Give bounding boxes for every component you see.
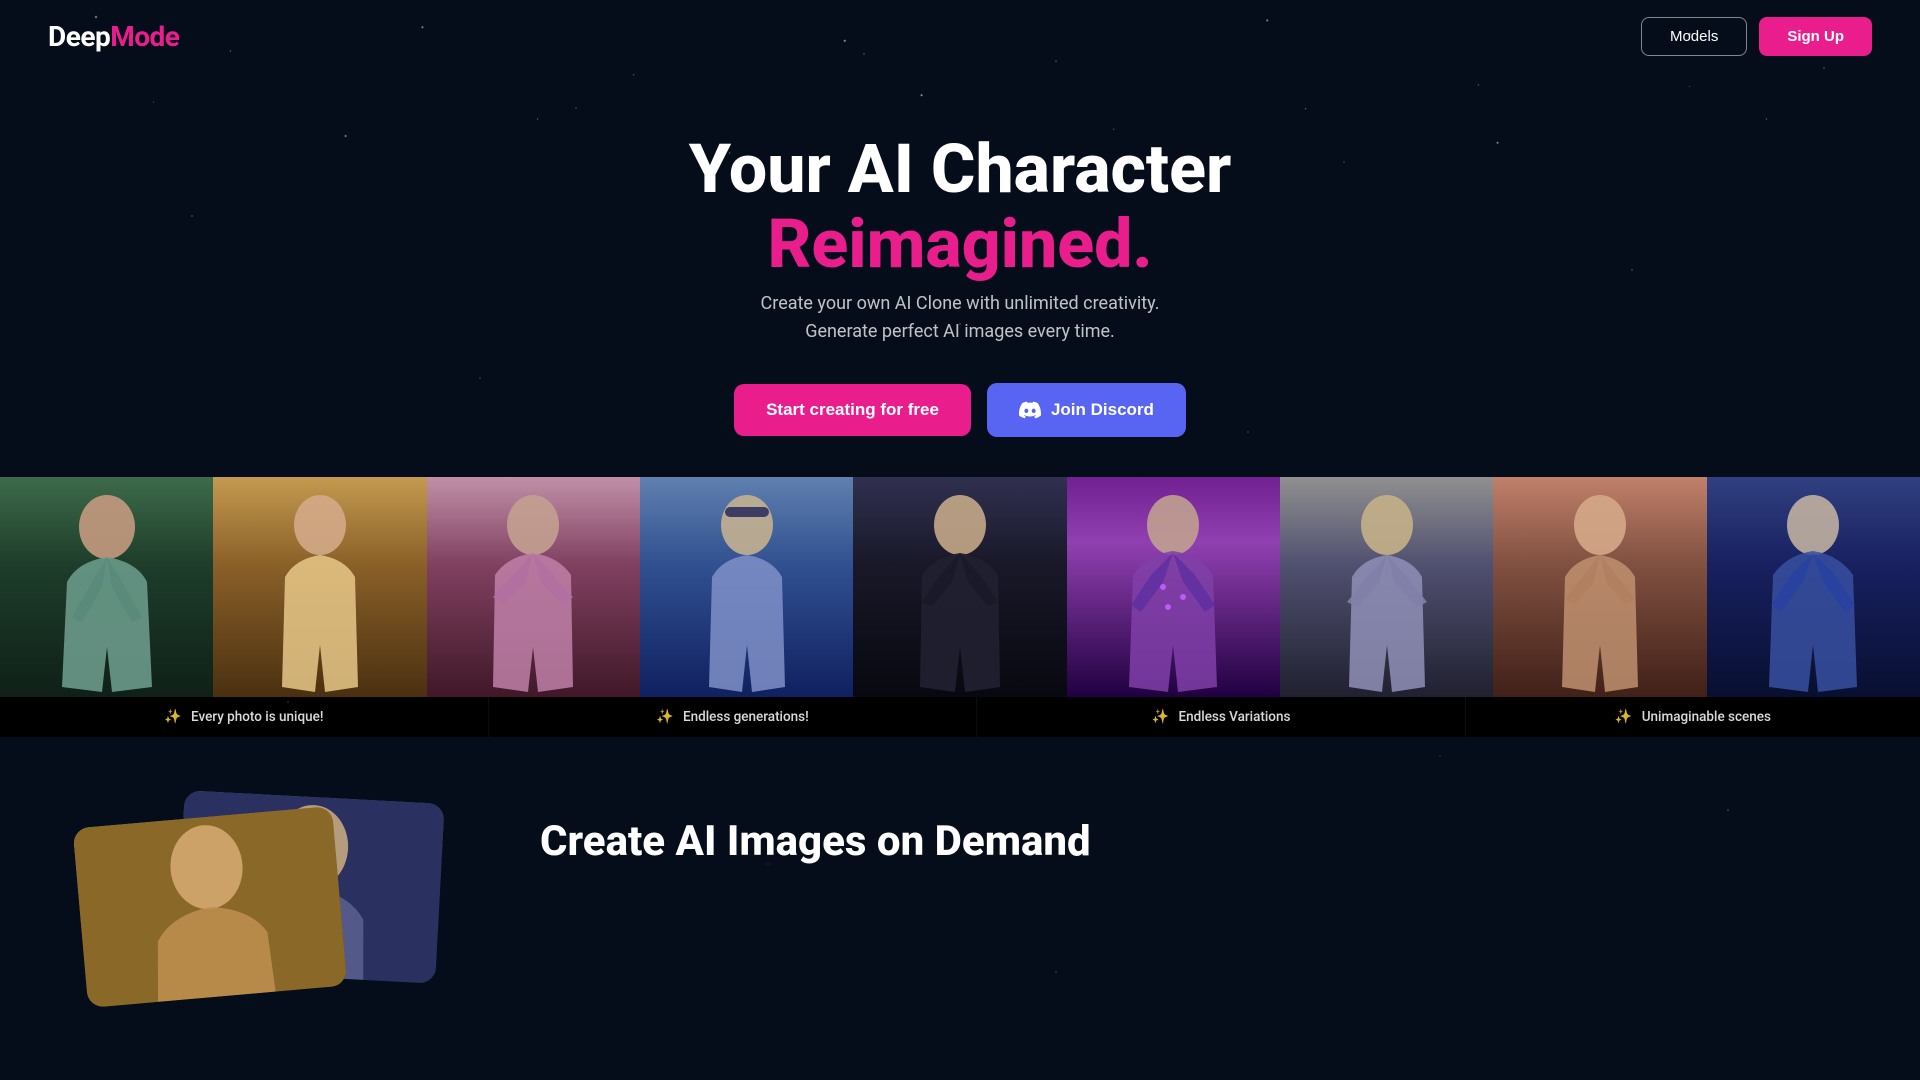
figure-6	[1103, 487, 1243, 697]
sparkle-icon-3: ✨	[1152, 709, 1169, 725]
gallery-labels-row: ✨ Every photo is unique! ✨ Endless gener…	[0, 697, 1920, 737]
gallery-wrapper	[0, 477, 1920, 697]
figure-4	[677, 487, 817, 697]
figure-8	[1530, 487, 1670, 697]
discord-icon	[1019, 399, 1041, 421]
navbar: DeepMode Models Sign Up	[0, 0, 1920, 72]
figure-7	[1317, 487, 1457, 697]
nav-actions: Models Sign Up	[1641, 17, 1872, 56]
figure-3	[463, 487, 603, 697]
gallery-image-7	[1280, 477, 1493, 697]
gallery-image-4	[640, 477, 853, 697]
sparkle-icon-1: ✨	[164, 709, 181, 725]
gallery-label-1: ✨ Every photo is unique!	[0, 697, 489, 737]
gallery-image-9	[1707, 477, 1920, 697]
hero-buttons: Start creating for free Join Discord	[20, 383, 1900, 437]
figure-2	[250, 487, 390, 697]
bottom-section: Create AI Images on Demand	[0, 737, 1920, 997]
hero-subtitle: Create your own AI Clone with unlimited …	[20, 290, 1900, 348]
gallery-label-2: ✨ Endless generations!	[489, 697, 978, 737]
start-creating-button[interactable]: Start creating for free	[734, 384, 971, 436]
models-button[interactable]: Models	[1641, 17, 1747, 56]
figure-5	[890, 487, 1030, 697]
sparkle-icon-4: ✨	[1615, 709, 1632, 725]
gallery-image-6	[1067, 477, 1280, 697]
gallery-image-2	[213, 477, 426, 697]
bottom-figure-1	[73, 806, 348, 1008]
bottom-card-1	[73, 806, 348, 1008]
logo: DeepMode	[48, 20, 179, 53]
gallery-image-3	[427, 477, 640, 697]
bottom-text: Create AI Images on Demand	[540, 797, 1091, 867]
gallery-image-5	[853, 477, 1066, 697]
bottom-images	[80, 797, 460, 997]
gallery-label-3: ✨ Endless Variations	[977, 697, 1466, 737]
gallery-label-4: ✨ Unimaginable scenes	[1466, 697, 1920, 737]
logo-mode: Mode	[110, 20, 179, 53]
hero-section: Your AI Character Reimagined. Create you…	[0, 72, 1920, 477]
bottom-title: Create AI Images on Demand	[540, 817, 1091, 867]
hero-title: Your AI Character Reimagined.	[20, 132, 1900, 282]
figure-9	[1743, 487, 1883, 697]
join-discord-button[interactable]: Join Discord	[987, 383, 1186, 437]
signup-button[interactable]: Sign Up	[1759, 17, 1872, 56]
gallery-image-8	[1493, 477, 1706, 697]
gallery-image-1	[0, 477, 213, 697]
logo-deep: Deep	[48, 20, 110, 53]
figure-1	[37, 487, 177, 697]
sparkle-icon-2: ✨	[656, 709, 673, 725]
